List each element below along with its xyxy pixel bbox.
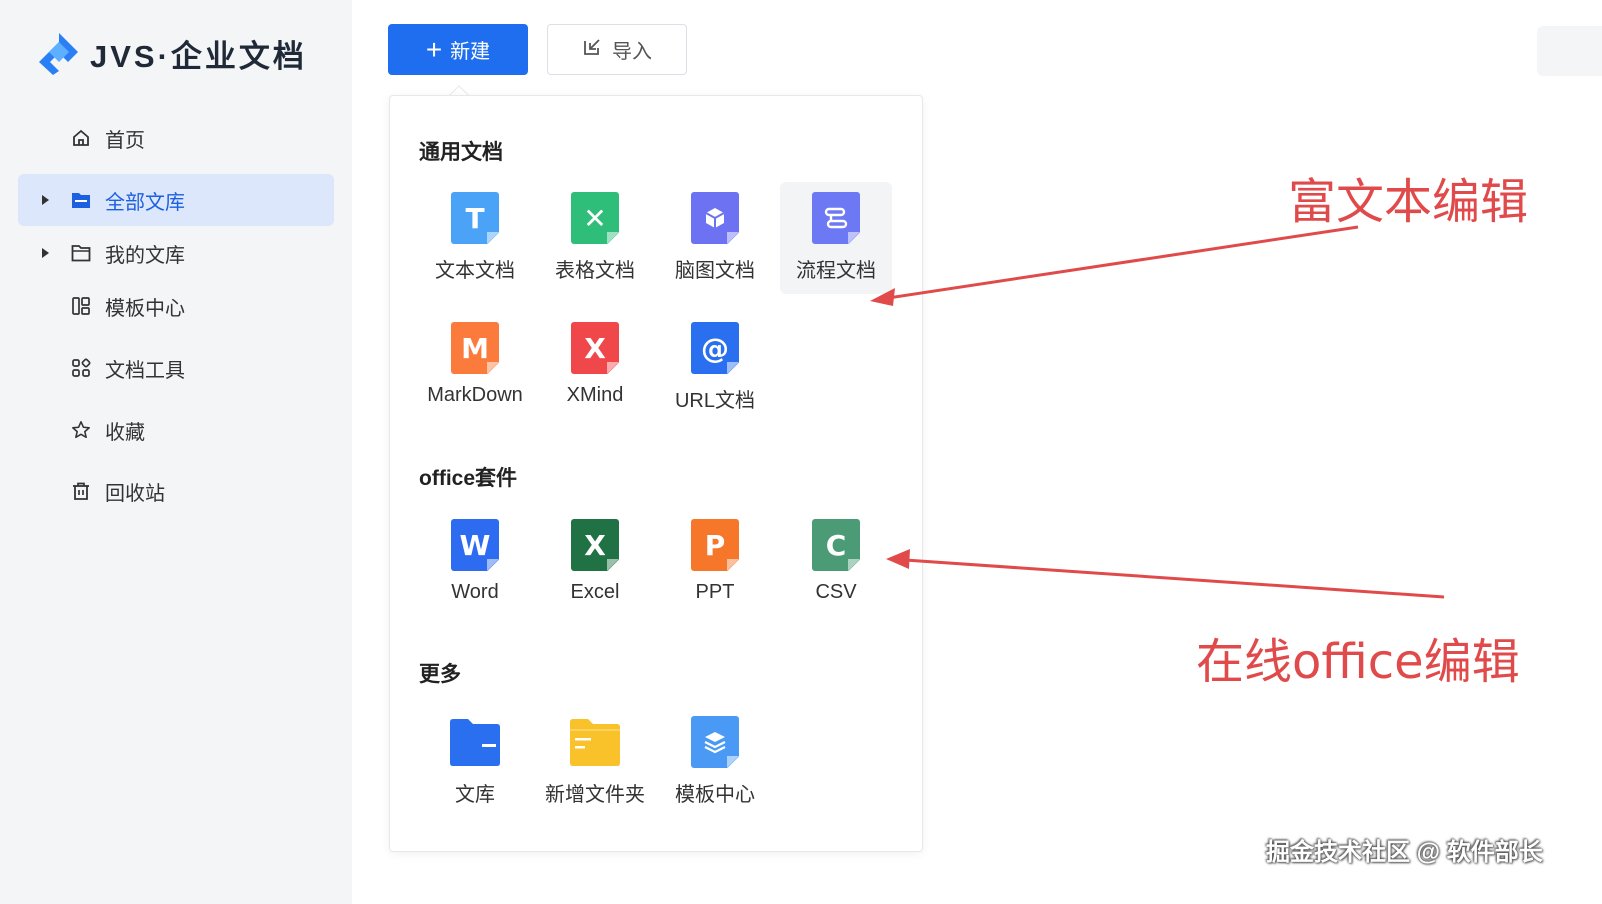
new-library[interactable]: 文库 [419, 706, 531, 818]
sheet-doc-icon: ✕ [571, 192, 619, 244]
flow-doc-icon [812, 192, 860, 244]
section-title-more: 更多 [419, 663, 461, 686]
xmind-doc-icon: X [571, 322, 619, 374]
star-icon [71, 420, 91, 440]
new-excel-doc[interactable]: X Excel [539, 509, 651, 621]
template-icon [71, 296, 91, 316]
tools-icon [71, 358, 91, 378]
sidebar-item-templates[interactable]: 模板中心 [18, 280, 334, 332]
plus-icon: + [425, 33, 443, 65]
folder-filled-icon [71, 190, 91, 210]
tile-label: 脑图文档 [675, 260, 755, 282]
new-document-dropdown: 通用文档 T 文本文档 ✕ 表格文档 脑图文档 流程文档 M MarkDown … [389, 95, 923, 852]
library-folder-icon [448, 716, 502, 768]
arrow-office [904, 558, 1445, 599]
sidebar-item-all-libraries[interactable]: 全部文库 [18, 174, 334, 226]
new-url-doc[interactable]: @ URL文档 [659, 312, 771, 424]
new-button[interactable]: + 新建 [388, 24, 528, 75]
new-word-doc[interactable]: W Word [419, 509, 531, 621]
text-doc-icon: T [451, 192, 499, 244]
new-markdown-doc[interactable]: M MarkDown [419, 312, 531, 424]
tile-label: 文本文档 [435, 260, 515, 282]
new-folder[interactable]: 新增文件夹 [539, 706, 651, 818]
sidebar-item-label: 模板中心 [105, 297, 185, 320]
sidebar-item-label: 文档工具 [105, 359, 185, 382]
new-sheet-doc[interactable]: ✕ 表格文档 [539, 182, 651, 294]
search-box[interactable] [1537, 26, 1602, 76]
sidebar-item-label: 全部文库 [105, 191, 185, 214]
sidebar-item-label: 首页 [105, 129, 145, 152]
tile-label: MarkDown [427, 384, 523, 406]
sidebar-item-label: 回收站 [105, 482, 165, 505]
sidebar-item-label: 收藏 [105, 421, 145, 444]
tile-label: Excel [570, 581, 620, 603]
sidebar-item-trash[interactable]: 回收站 [18, 465, 334, 517]
folder-outline-icon [71, 243, 91, 263]
tile-label: PPT [695, 581, 735, 603]
trash-icon [71, 481, 91, 501]
tile-label: URL文档 [674, 390, 755, 412]
new-text-doc[interactable]: T 文本文档 [419, 182, 531, 294]
section-title-general: 通用文档 [419, 141, 503, 164]
new-xmind-doc[interactable]: X XMind [539, 312, 651, 424]
import-icon [582, 37, 602, 63]
sidebar: JVS·企业文档 首页 全部文库 我的文库 模板中心 文档工具 收藏 回收站 [0, 0, 352, 904]
sidebar-item-favorites[interactable]: 收藏 [18, 404, 334, 456]
csv-icon: C [812, 519, 860, 571]
app-logo[interactable]: JVS·企业文档 [36, 30, 307, 76]
annotation-rich-text: 富文本编辑 [1288, 174, 1529, 230]
annotation-office: 在线office编辑 [1196, 634, 1520, 690]
template-layers-icon [691, 716, 739, 768]
markdown-doc-icon: M [451, 322, 499, 374]
new-mindmap-doc[interactable]: 脑图文档 [659, 182, 771, 294]
logo-icon [36, 30, 82, 76]
mindmap-doc-icon [691, 192, 739, 244]
app-title: JVS·企业文档 [90, 38, 307, 74]
sidebar-item-tools[interactable]: 文档工具 [18, 342, 334, 394]
tile-label: 模板中心 [675, 784, 755, 806]
caret-right-icon[interactable] [42, 195, 49, 205]
import-button[interactable]: 导入 [547, 24, 687, 75]
caret-right-icon[interactable] [42, 248, 49, 258]
new-flow-doc[interactable]: 流程文档 [780, 182, 892, 294]
excel-icon: X [571, 519, 619, 571]
tile-label: Word [451, 581, 499, 603]
new-ppt-doc[interactable]: P PPT [659, 509, 771, 621]
tile-label: 表格文档 [555, 260, 635, 282]
section-title-office: office套件 [419, 467, 518, 490]
sidebar-item-label: 我的文库 [105, 244, 185, 267]
home-icon [71, 128, 91, 148]
url-doc-icon: @ [691, 322, 739, 374]
tile-label: XMind [566, 384, 624, 406]
sidebar-item-my-libraries[interactable]: 我的文库 [18, 227, 334, 279]
sidebar-item-home[interactable]: 首页 [18, 112, 334, 164]
watermark: 掘金技术社区 @ 软件部长 [1266, 839, 1543, 866]
import-button-label: 导入 [612, 41, 652, 63]
new-folder-icon [568, 716, 622, 768]
tile-label: 文库 [455, 784, 495, 806]
new-button-label: 新建 [450, 41, 491, 63]
tile-label: 流程文档 [796, 260, 876, 282]
new-csv-doc[interactable]: C CSV [780, 509, 892, 621]
tile-label: CSV [815, 581, 857, 603]
arrow-rich-text [887, 225, 1359, 300]
ppt-icon: P [691, 519, 739, 571]
new-from-template[interactable]: 模板中心 [659, 706, 771, 818]
word-icon: W [451, 519, 499, 571]
tile-label: 新增文件夹 [545, 784, 645, 806]
